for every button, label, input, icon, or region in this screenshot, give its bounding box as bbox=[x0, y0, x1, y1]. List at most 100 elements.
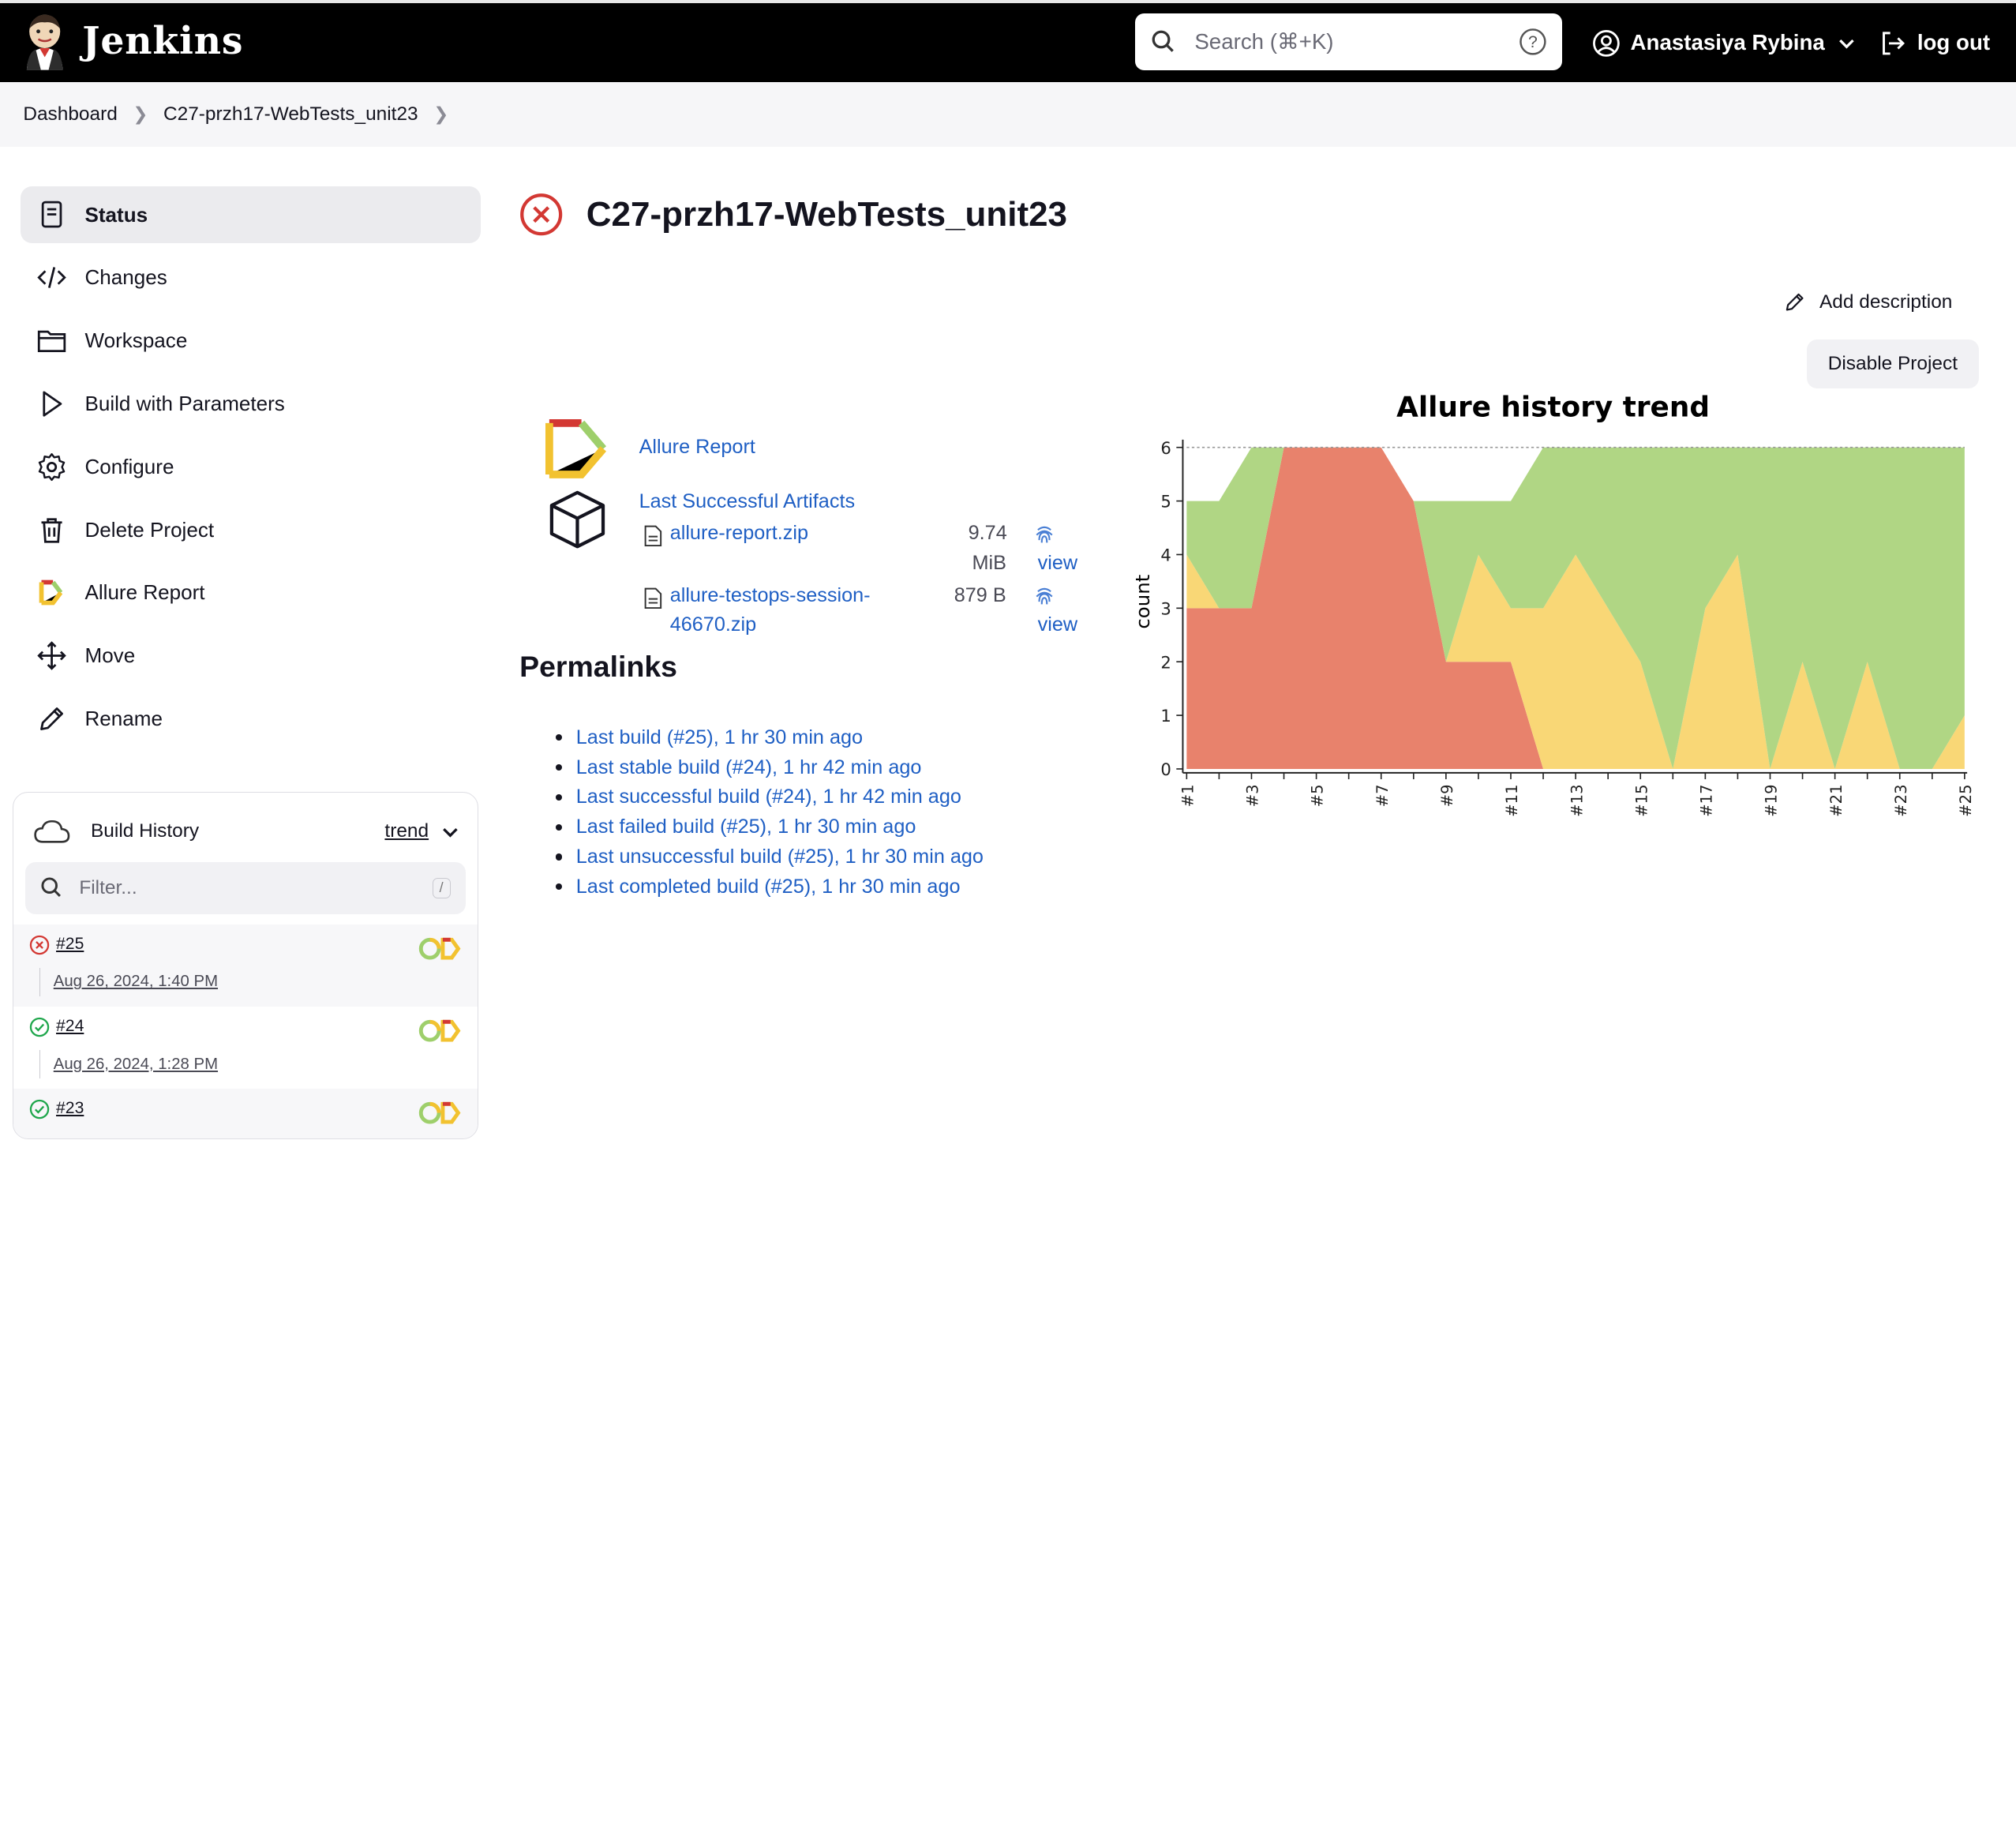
page-title: C27-przh17-WebTests_unit23 bbox=[586, 195, 1068, 234]
artifact-link[interactable]: allure-testops-session- bbox=[670, 584, 871, 607]
list-item: Last successful build (#24), 1 hr 42 min… bbox=[556, 782, 984, 812]
list-item: Last unsuccessful build (#25), 1 hr 30 m… bbox=[556, 842, 984, 872]
search-input[interactable]: Search (⌘+K) bbox=[1194, 28, 1519, 54]
sidebar-item-build-with-parameters[interactable]: Build with Parameters bbox=[21, 376, 481, 433]
permalink-last-unsuccessful-build[interactable]: Last unsuccessful build (#25), 1 hr 30 m… bbox=[576, 846, 984, 868]
permalink-last-build[interactable]: Last build (#25), 1 hr 30 min ago bbox=[576, 726, 863, 749]
sidebar-item-label: Allure Report bbox=[84, 580, 205, 605]
user-name: Anastasiya Rybina bbox=[1630, 30, 1825, 55]
sidebar-item-label: Changes bbox=[84, 265, 167, 290]
build-number-link[interactable]: #24 bbox=[56, 1017, 84, 1036]
chart-y-tick-label: 3 bbox=[1161, 599, 1171, 619]
sidebar-item-allure-report[interactable]: Allure Report bbox=[21, 564, 481, 621]
search-box[interactable]: Search (⌘+K) ? bbox=[1135, 13, 1563, 70]
add-description-link[interactable]: Add description bbox=[1783, 291, 1952, 313]
chevron-down-icon[interactable] bbox=[441, 823, 459, 841]
sidebar-item-changes[interactable]: Changes bbox=[21, 249, 481, 306]
folder-icon bbox=[37, 330, 66, 353]
chevron-down-icon bbox=[1839, 39, 1854, 49]
sidebar-item-label: Delete Project bbox=[84, 517, 215, 542]
chart-x-tick-label: #9 bbox=[1438, 785, 1456, 808]
artifact-link[interactable]: allure-report.zip bbox=[670, 522, 808, 545]
file-icon bbox=[644, 588, 662, 609]
chart-y-tick-label: 4 bbox=[1161, 546, 1171, 565]
status-icon bbox=[41, 201, 62, 228]
chart-x-tick-label: #25 bbox=[1957, 785, 1975, 817]
permalink-last-failed-build[interactable]: Last failed build (#25), 1 hr 30 min ago bbox=[576, 816, 916, 838]
build-date-link[interactable]: Aug 26, 2024, 1:40 PM bbox=[54, 973, 218, 991]
package-icon bbox=[549, 490, 605, 549]
allure-icon bbox=[39, 580, 62, 606]
build-row-23[interactable]: #23 bbox=[13, 1089, 478, 1139]
chart-y-tick-label: 1 bbox=[1161, 706, 1171, 726]
sidebar-item-rename[interactable]: Rename bbox=[21, 691, 481, 748]
trash-icon bbox=[41, 517, 62, 543]
chart-y-axis-label: count bbox=[1131, 575, 1154, 629]
pencil-icon bbox=[39, 707, 63, 730]
list-item: Last build (#25), 1 hr 30 min ago bbox=[556, 722, 984, 752]
search-icon bbox=[41, 877, 62, 898]
search-icon bbox=[1152, 30, 1174, 52]
top-bar: Jenkins Search (⌘+K) ? Anastasiya Rybina… bbox=[0, 0, 2016, 83]
chart-x-tick-label: #11 bbox=[1503, 785, 1521, 817]
view-fingerprint-link[interactable]: view bbox=[1038, 552, 1077, 575]
permalink-last-completed-build[interactable]: Last completed build (#25), 1 hr 30 min … bbox=[576, 876, 961, 898]
artifact-link-continued[interactable]: 46670.zip bbox=[670, 613, 756, 636]
build-date-link[interactable]: Aug 26, 2024, 1:28 PM bbox=[54, 1056, 218, 1074]
jenkins-logo[interactable]: Jenkins bbox=[23, 13, 243, 70]
trend-link[interactable]: trend bbox=[384, 820, 429, 842]
success-status-icon bbox=[29, 1017, 50, 1037]
chart-x-tick-label: #7 bbox=[1373, 785, 1392, 808]
fingerprint-icon[interactable] bbox=[1034, 523, 1055, 546]
chart-x-tick-label: #21 bbox=[1827, 785, 1846, 817]
chart-x-tick-label: #19 bbox=[1763, 785, 1781, 817]
build-number-link[interactable]: #25 bbox=[56, 935, 84, 954]
allure-history-trend-chart[interactable]: Allure history trend count 0 1 2 3 4 5 6 #1 #3 #5… bbox=[1119, 381, 1993, 831]
view-fingerprint-link[interactable]: view bbox=[1038, 613, 1077, 636]
breadcrumb-project[interactable]: C27-przh17-WebTests_unit23 bbox=[163, 103, 418, 126]
logout-button[interactable]: log out bbox=[1879, 29, 1990, 58]
sidebar-item-workspace[interactable]: Workspace bbox=[21, 313, 481, 369]
chart-title: Allure history trend bbox=[1396, 392, 1710, 424]
allure-badge-icon[interactable] bbox=[418, 1101, 462, 1124]
permalink-last-stable-build[interactable]: Last stable build (#24), 1 hr 42 min ago bbox=[576, 756, 922, 779]
allure-report-link[interactable]: Allure Report bbox=[639, 436, 755, 459]
chart-x-tick-label: #15 bbox=[1633, 785, 1651, 817]
sidebar-item-status[interactable]: Status bbox=[21, 186, 482, 243]
build-row-24[interactable]: #24 Aug 26, 2024, 1:28 PM bbox=[13, 1007, 478, 1089]
cloud-icon bbox=[34, 819, 70, 843]
sidebar-item-label: Workspace bbox=[84, 328, 188, 353]
user-icon bbox=[1592, 29, 1620, 57]
chart-x-tick-label: #17 bbox=[1698, 785, 1716, 817]
breadcrumb-dashboard[interactable]: Dashboard bbox=[23, 103, 117, 126]
last-successful-artifacts-link[interactable]: Last Successful Artifacts bbox=[639, 490, 856, 513]
build-number-link[interactable]: #23 bbox=[56, 1099, 84, 1118]
sidebar-item-configure[interactable]: Configure bbox=[21, 438, 481, 495]
allure-badge-icon[interactable] bbox=[418, 1019, 462, 1042]
chart-x-tick-label: #1 bbox=[1179, 785, 1197, 808]
fingerprint-icon[interactable] bbox=[1034, 585, 1055, 608]
permalinks-heading: Permalinks bbox=[519, 649, 677, 683]
user-menu[interactable]: Anastasiya Rybina bbox=[1592, 29, 1856, 58]
sidebar-item-move[interactable]: Move bbox=[21, 628, 481, 684]
chart-y-tick-label: 2 bbox=[1161, 653, 1171, 673]
permalink-last-successful-build[interactable]: Last successful build (#24), 1 hr 42 min… bbox=[576, 786, 961, 808]
artifact-size: 879 B bbox=[954, 583, 1006, 606]
sidebar-item-delete-project[interactable]: Delete Project bbox=[21, 501, 481, 558]
play-icon bbox=[42, 391, 62, 417]
artifact-size-unit: MiB bbox=[972, 551, 1006, 574]
build-history-title: Build History bbox=[91, 820, 200, 842]
build-filter-field[interactable]: Filter... / bbox=[24, 862, 467, 914]
success-status-icon bbox=[29, 1099, 50, 1120]
build-row-25[interactable]: #25 Aug 26, 2024, 1:40 PM bbox=[13, 924, 478, 1007]
sidebar-item-label: Move bbox=[84, 643, 136, 668]
filter-input[interactable]: Filter... bbox=[79, 877, 432, 899]
chevron-right-icon[interactable]: ❯ bbox=[433, 103, 448, 125]
allure-badge-icon[interactable] bbox=[418, 937, 462, 960]
chevron-right-icon: ❯ bbox=[133, 103, 148, 125]
chart-x-tick-label: #3 bbox=[1244, 785, 1262, 808]
permalinks-list: Last build (#25), 1 hr 30 min ago Last s… bbox=[556, 722, 984, 902]
artifact-size: 9.74 bbox=[968, 522, 1007, 545]
chart-x-tick-label: #23 bbox=[1892, 785, 1910, 817]
help-icon[interactable]: ? bbox=[1519, 28, 1547, 56]
